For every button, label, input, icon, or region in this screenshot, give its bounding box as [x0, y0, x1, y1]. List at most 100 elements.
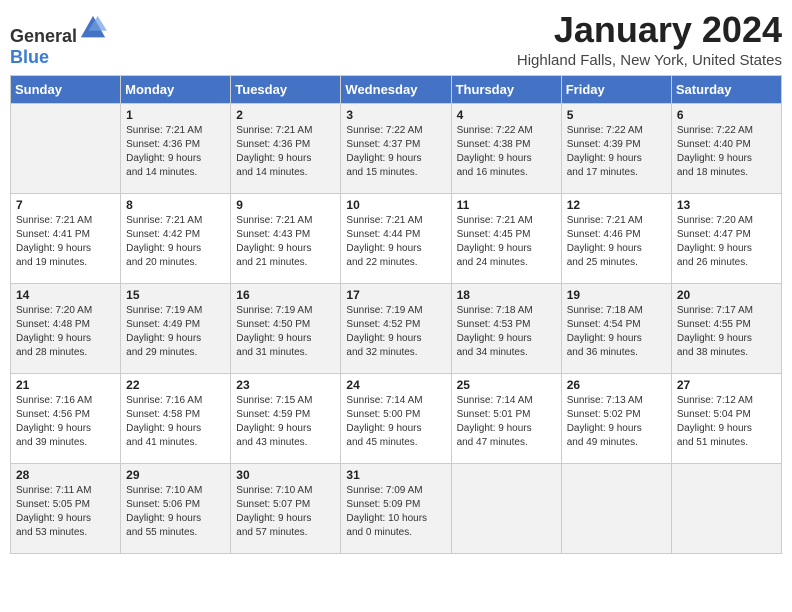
location-title: Highland Falls, New York, United States	[517, 52, 782, 69]
logo-general-text: General	[10, 26, 77, 46]
title-block: January 2024 Highland Falls, New York, U…	[517, 10, 782, 69]
calendar-cell: 8 Sunrise: 7:21 AM Sunset: 4:42 PM Daylig…	[121, 193, 231, 283]
day-info: Sunrise: 7:18 AM Sunset: 4:53 PM Dayligh…	[457, 304, 556, 360]
day-number: 1	[126, 108, 225, 122]
day-info: Sunrise: 7:13 AM Sunset: 5:02 PM Dayligh…	[567, 394, 666, 450]
day-number: 20	[677, 288, 776, 302]
calendar-cell: 28Sunrise: 7:11 AM Sunset: 5:05 PM Dayli…	[11, 463, 121, 553]
calendar-cell	[561, 463, 671, 553]
day-info: Sunrise: 7:15 AM Sunset: 4:59 PM Dayligh…	[236, 394, 335, 450]
calendar-cell: 14 Sunrise: 7:20 AM Sunset: 4:48 PM Dayli…	[11, 283, 121, 373]
column-header-wednesday: Wednesday	[341, 75, 451, 103]
day-number: 6	[677, 108, 776, 122]
day-number: 29	[126, 468, 225, 482]
day-info: Sunrise: 7:19 AM Sunset: 4:52 PM Dayligh…	[346, 304, 445, 360]
day-info: Sunrise: 7:22 AM Sunset: 4:39 PM Dayligh…	[567, 124, 666, 180]
column-header-monday: Monday	[121, 75, 231, 103]
calendar-week-4: 21Sunrise: 7:16 AM Sunset: 4:56 PM Dayli…	[11, 373, 782, 463]
day-number: 10	[346, 198, 445, 212]
day-info: Sunrise: 7:17 AM Sunset: 4:55 PM Dayligh…	[677, 304, 776, 360]
calendar-cell: 21Sunrise: 7:16 AM Sunset: 4:56 PM Dayli…	[11, 373, 121, 463]
calendar-week-3: 14 Sunrise: 7:20 AM Sunset: 4:48 PM Dayli…	[11, 283, 782, 373]
calendar-week-1: 1Sunrise: 7:21 AM Sunset: 4:36 PM Daylig…	[11, 103, 782, 193]
logo-blue-text: Blue	[10, 47, 49, 67]
calendar-cell	[11, 103, 121, 193]
day-info: Sunrise: 7:10 AM Sunset: 5:07 PM Dayligh…	[236, 484, 335, 540]
day-number: 5	[567, 108, 666, 122]
day-number: 4	[457, 108, 556, 122]
day-info: Sunrise: 7:18 AM Sunset: 4:54 PM Dayligh…	[567, 304, 666, 360]
calendar-cell	[671, 463, 781, 553]
day-number: 19	[567, 288, 666, 302]
day-info: Sunrise: 7:21 AM Sunset: 4:46 PM Dayligh…	[567, 214, 666, 270]
calendar-cell: 7 Sunrise: 7:21 AM Sunset: 4:41 PM Daylig…	[11, 193, 121, 283]
calendar-cell: 17 Sunrise: 7:19 AM Sunset: 4:52 PM Dayli…	[341, 283, 451, 373]
calendar-cell: 11 Sunrise: 7:21 AM Sunset: 4:45 PM Dayli…	[451, 193, 561, 283]
day-number: 28	[16, 468, 115, 482]
calendar-cell: 31 Sunrise: 7:09 AM Sunset: 5:09 PM Dayli…	[341, 463, 451, 553]
day-info: Sunrise: 7:21 AM Sunset: 4:44 PM Dayligh…	[346, 214, 445, 270]
day-number: 13	[677, 198, 776, 212]
day-info: Sunrise: 7:21 AM Sunset: 4:45 PM Dayligh…	[457, 214, 556, 270]
calendar-cell	[451, 463, 561, 553]
day-number: 23	[236, 378, 335, 392]
column-header-tuesday: Tuesday	[231, 75, 341, 103]
day-info: Sunrise: 7:20 AM Sunset: 4:48 PM Dayligh…	[16, 304, 115, 360]
day-number: 9	[236, 198, 335, 212]
calendar-cell: 22Sunrise: 7:16 AM Sunset: 4:58 PM Dayli…	[121, 373, 231, 463]
day-info: Sunrise: 7:22 AM Sunset: 4:38 PM Dayligh…	[457, 124, 556, 180]
day-info: Sunrise: 7:19 AM Sunset: 4:50 PM Dayligh…	[236, 304, 335, 360]
logo-icon	[79, 14, 107, 42]
column-header-thursday: Thursday	[451, 75, 561, 103]
calendar-table: SundayMondayTuesdayWednesdayThursdayFrid…	[10, 75, 782, 554]
day-info: Sunrise: 7:21 AM Sunset: 4:41 PM Dayligh…	[16, 214, 115, 270]
calendar-cell: 5 Sunrise: 7:22 AM Sunset: 4:39 PM Daylig…	[561, 103, 671, 193]
day-info: Sunrise: 7:22 AM Sunset: 4:40 PM Dayligh…	[677, 124, 776, 180]
column-header-friday: Friday	[561, 75, 671, 103]
calendar-cell: 24 Sunrise: 7:14 AM Sunset: 5:00 PM Dayli…	[341, 373, 451, 463]
day-number: 26	[567, 378, 666, 392]
day-number: 21	[16, 378, 115, 392]
day-info: Sunrise: 7:19 AM Sunset: 4:49 PM Dayligh…	[126, 304, 225, 360]
calendar-cell: 23 Sunrise: 7:15 AM Sunset: 4:59 PM Dayli…	[231, 373, 341, 463]
calendar-cell: 12 Sunrise: 7:21 AM Sunset: 4:46 PM Dayli…	[561, 193, 671, 283]
day-number: 3	[346, 108, 445, 122]
day-number: 24	[346, 378, 445, 392]
day-info: Sunrise: 7:14 AM Sunset: 5:01 PM Dayligh…	[457, 394, 556, 450]
day-info: Sunrise: 7:10 AM Sunset: 5:06 PM Dayligh…	[126, 484, 225, 540]
day-number: 2	[236, 108, 335, 122]
calendar-cell: 4 Sunrise: 7:22 AM Sunset: 4:38 PM Daylig…	[451, 103, 561, 193]
day-number: 16	[236, 288, 335, 302]
calendar-cell: 6 Sunrise: 7:22 AM Sunset: 4:40 PM Daylig…	[671, 103, 781, 193]
day-info: Sunrise: 7:21 AM Sunset: 4:43 PM Dayligh…	[236, 214, 335, 270]
calendar-cell: 30 Sunrise: 7:10 AM Sunset: 5:07 PM Dayli…	[231, 463, 341, 553]
day-info: Sunrise: 7:14 AM Sunset: 5:00 PM Dayligh…	[346, 394, 445, 450]
day-info: Sunrise: 7:09 AM Sunset: 5:09 PM Dayligh…	[346, 484, 445, 540]
day-number: 27	[677, 378, 776, 392]
calendar-cell: 2Sunrise: 7:21 AM Sunset: 4:36 PM Daylig…	[231, 103, 341, 193]
day-info: Sunrise: 7:21 AM Sunset: 4:42 PM Dayligh…	[126, 214, 225, 270]
calendar-cell: 19 Sunrise: 7:18 AM Sunset: 4:54 PM Dayli…	[561, 283, 671, 373]
day-number: 12	[567, 198, 666, 212]
calendar-cell: 3 Sunrise: 7:22 AM Sunset: 4:37 PM Daylig…	[341, 103, 451, 193]
day-info: Sunrise: 7:22 AM Sunset: 4:37 PM Dayligh…	[346, 124, 445, 180]
calendar-week-2: 7 Sunrise: 7:21 AM Sunset: 4:41 PM Daylig…	[11, 193, 782, 283]
calendar-cell: 29 Sunrise: 7:10 AM Sunset: 5:06 PM Dayli…	[121, 463, 231, 553]
day-number: 7	[16, 198, 115, 212]
calendar-cell: 18Sunrise: 7:18 AM Sunset: 4:53 PM Dayli…	[451, 283, 561, 373]
day-info: Sunrise: 7:16 AM Sunset: 4:58 PM Dayligh…	[126, 394, 225, 450]
day-info: Sunrise: 7:20 AM Sunset: 4:47 PM Dayligh…	[677, 214, 776, 270]
day-number: 31	[346, 468, 445, 482]
calendar-week-5: 28Sunrise: 7:11 AM Sunset: 5:05 PM Dayli…	[11, 463, 782, 553]
month-title: January 2024	[517, 10, 782, 50]
calendar-cell: 16 Sunrise: 7:19 AM Sunset: 4:50 PM Dayli…	[231, 283, 341, 373]
column-header-saturday: Saturday	[671, 75, 781, 103]
logo-wordmark: General Blue	[10, 14, 107, 68]
day-number: 14	[16, 288, 115, 302]
day-number: 30	[236, 468, 335, 482]
day-number: 17	[346, 288, 445, 302]
day-number: 15	[126, 288, 225, 302]
day-number: 25	[457, 378, 556, 392]
day-number: 11	[457, 198, 556, 212]
day-number: 8	[126, 198, 225, 212]
